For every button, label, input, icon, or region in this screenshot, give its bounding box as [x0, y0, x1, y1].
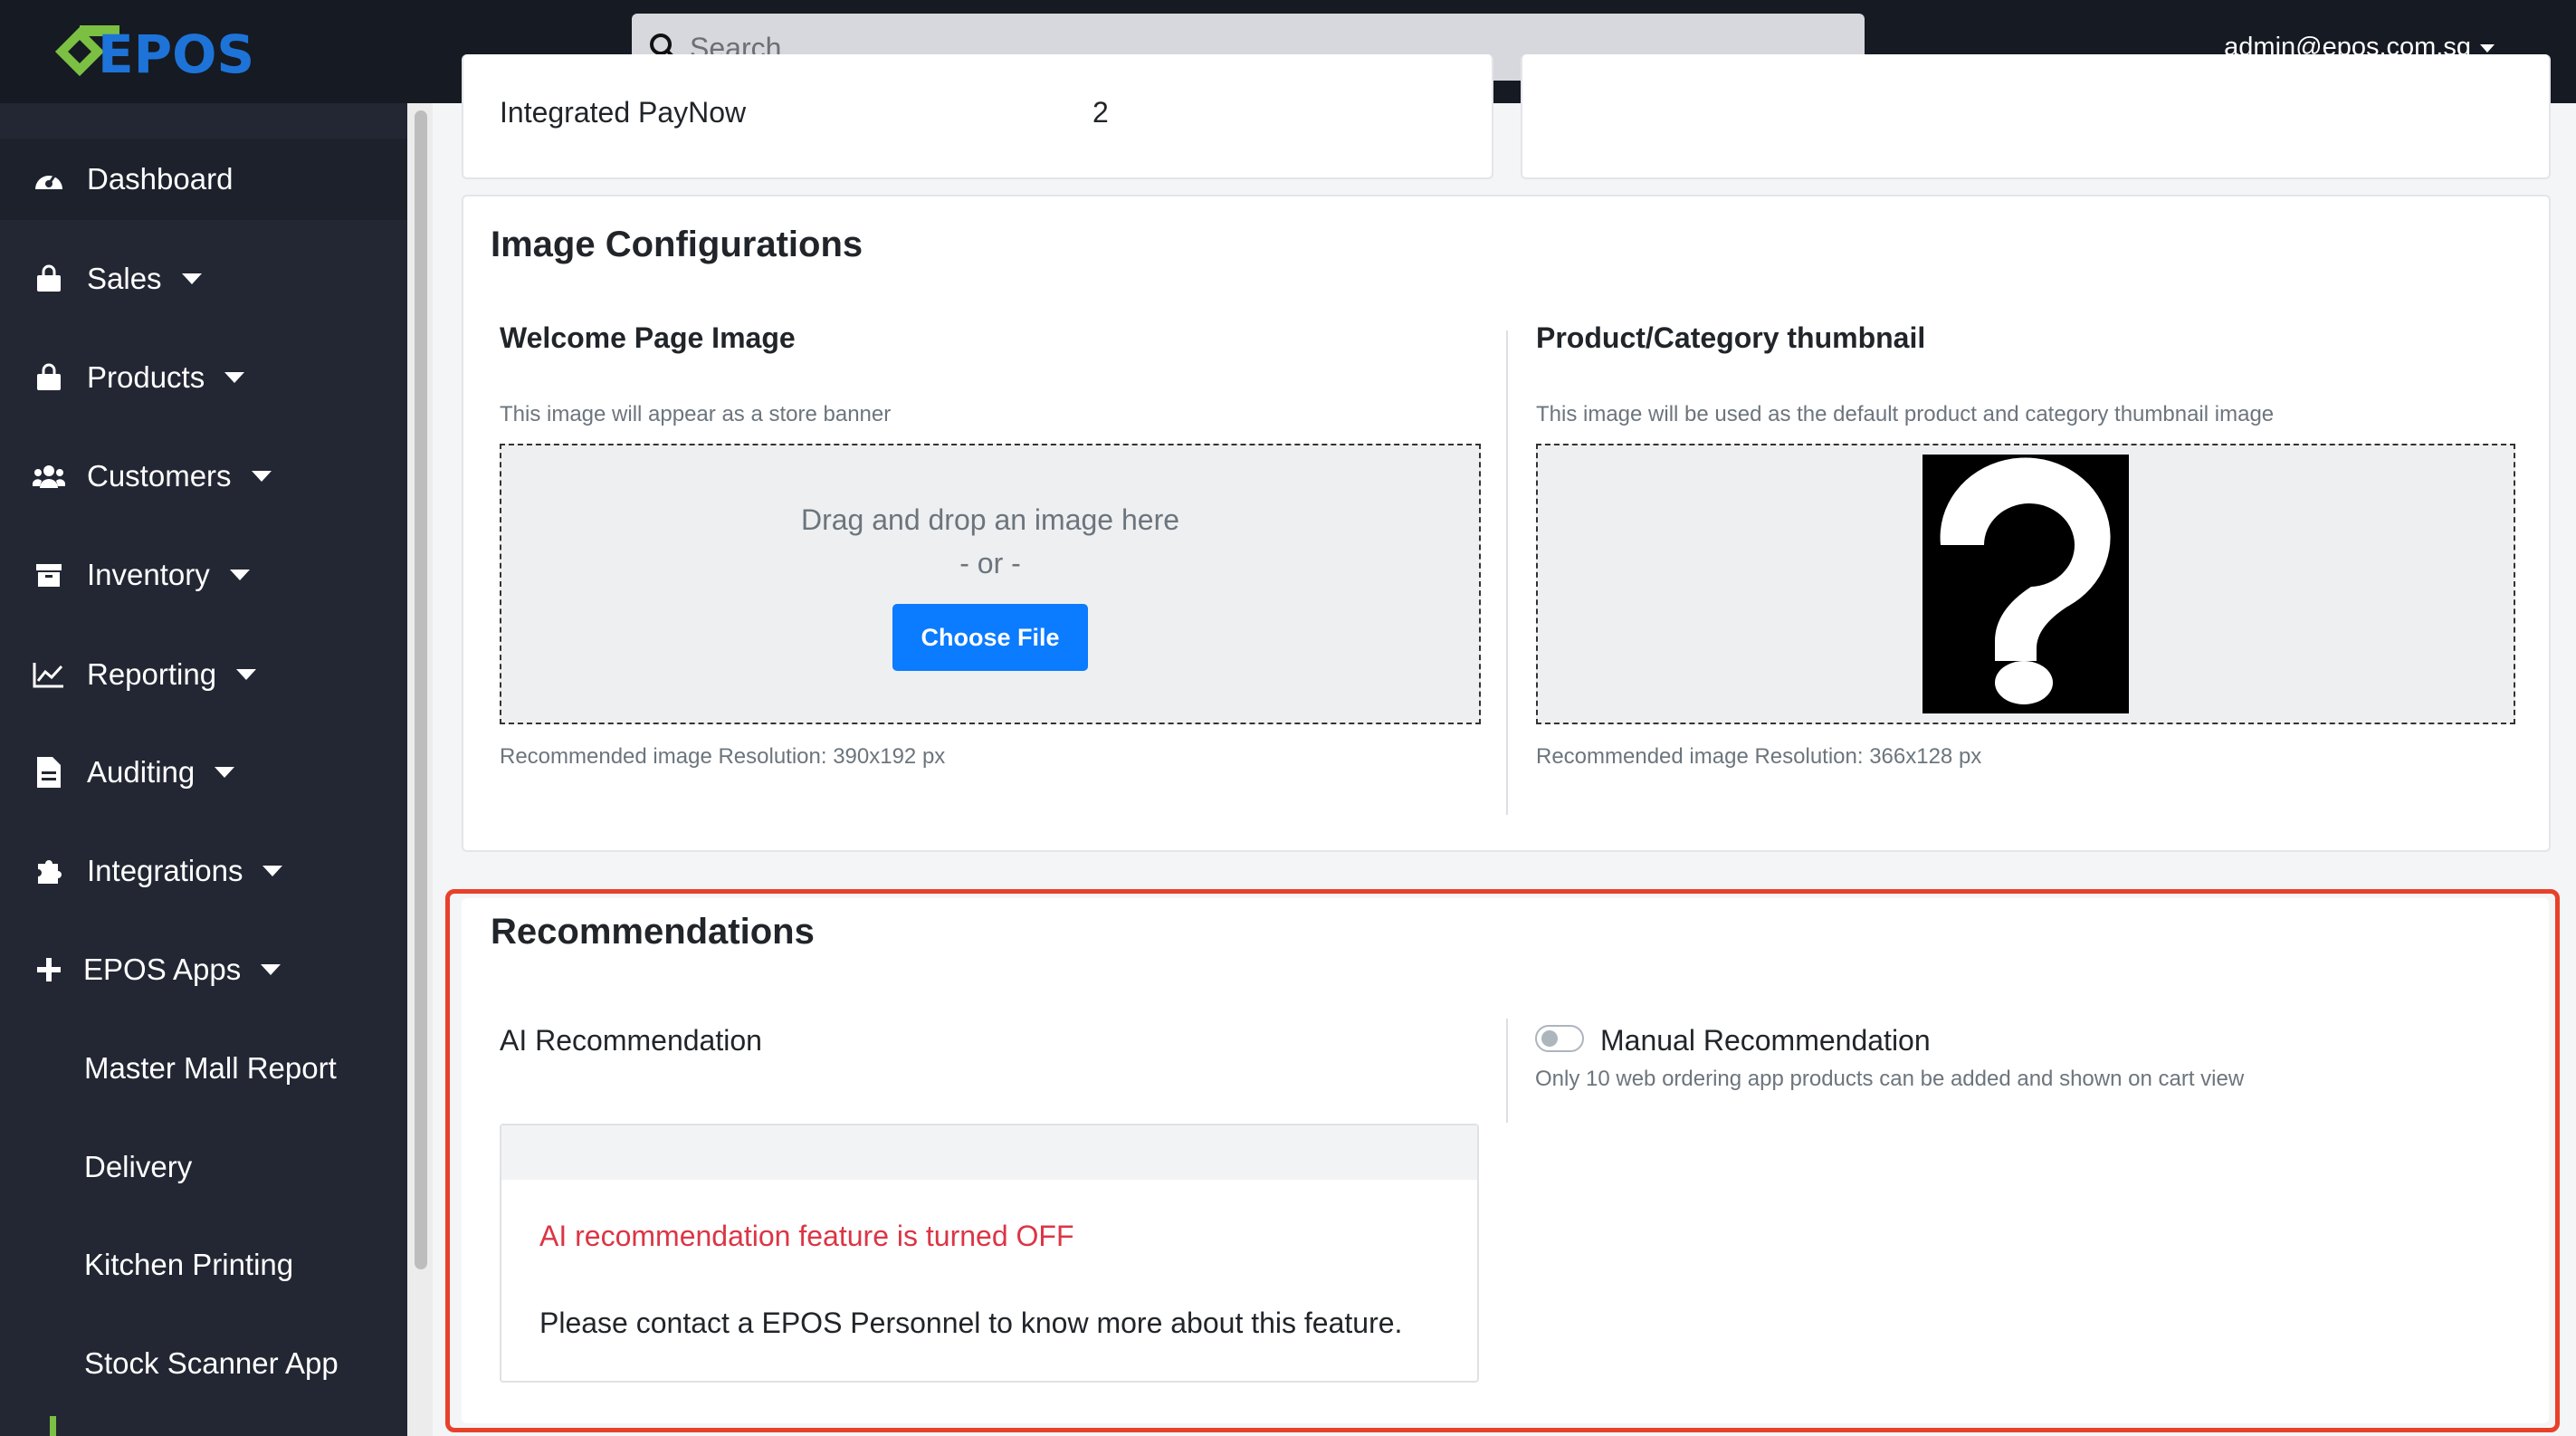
manual-recommendation-label: Manual Recommendation [1600, 1024, 1931, 1057]
ai-status-text: AI recommendation feature is turned OFF [539, 1220, 1074, 1252]
manual-recommendation-description: Only 10 web ordering app products can be… [1535, 1067, 2245, 1091]
dropzone-or-text: - or - [959, 547, 1021, 579]
logo-text: EPOS [98, 24, 254, 85]
column-divider [1506, 330, 1508, 815]
sidebar-item-auditing[interactable]: Auditing [0, 732, 407, 813]
line-chart-icon [31, 656, 67, 693]
sidebar-item-label: Sales [87, 262, 162, 295]
recommendations-title: Recommendations [491, 912, 815, 952]
dropzone-text: Drag and drop an image here [800, 503, 1180, 536]
caret-down-icon [229, 570, 250, 580]
sidebar-subitem-master-mall-report[interactable]: Master Mall Report [84, 1051, 337, 1086]
sidebar-subitem-kitchen-printing[interactable]: Kitchen Printing [84, 1248, 293, 1282]
sidebar-item-dashboard[interactable]: Dashboard [0, 139, 407, 220]
dashboard-gauge-icon [31, 161, 67, 197]
caret-down-icon [236, 669, 257, 680]
paynow-value: 2 [1092, 96, 1109, 129]
ai-recommendation-panel: AI recommendation feature is turned OFF … [500, 1124, 1479, 1383]
manual-recommendation-toggle[interactable] [1535, 1025, 1584, 1052]
thumbnail-description: This image will be used as the default p… [1536, 402, 2275, 426]
sidebar-subitem-stock-scanner-app[interactable]: Stock Scanner App [84, 1346, 339, 1381]
scrollbar-thumb[interactable] [415, 110, 427, 1269]
users-icon [31, 458, 67, 494]
puzzle-piece-icon [31, 853, 67, 889]
welcome-image-description: This image will appear as a store banner [500, 402, 892, 426]
sidebar-item-customers[interactable]: Customers [0, 436, 407, 517]
sidebar-item-label: Products [87, 360, 205, 394]
sidebar-item-sales[interactable]: Sales [0, 238, 407, 320]
question-mark-thumbnail-image [1922, 455, 2129, 713]
sidebar-item-products[interactable]: Products [0, 337, 407, 418]
sidebar-item-label: Dashboard [87, 162, 234, 196]
sidebar-item-label: Reporting [87, 657, 217, 691]
sidebar-item-integrations[interactable]: Integrations [0, 830, 407, 912]
caret-down-icon [224, 372, 245, 383]
shopping-bag-icon [31, 261, 67, 297]
sidebar-item-label: Integrations [87, 854, 243, 887]
welcome-image-dropzone[interactable]: Drag and drop an image here - or - [500, 444, 1481, 724]
caret-down-icon [262, 866, 283, 876]
sidebar-subitem-delivery[interactable]: Delivery [84, 1150, 192, 1184]
sidebar-item-label: Customers [87, 459, 232, 493]
sidebar-item-epos-apps[interactable]: EPOS Apps [0, 929, 407, 1010]
sidebar-item-reporting[interactable]: Reporting [0, 634, 407, 715]
archive-box-icon [31, 557, 67, 593]
caret-down-icon [251, 471, 272, 482]
caret-down-icon [261, 964, 281, 975]
summary-card-right [1521, 54, 2551, 179]
thumbnail-resolution: Recommended image Resolution: 366x128 px [1536, 744, 1982, 769]
sidebar-item-label: EPOS Apps [83, 953, 242, 986]
thumbnail-title: Product/Category thumbnail [1536, 321, 1926, 354]
paynow-label: Integrated PayNow [500, 96, 747, 129]
toggle-knob [1541, 1030, 1558, 1047]
shopping-bag-icon [31, 359, 67, 396]
welcome-image-resolution: Recommended image Resolution: 390x192 px [500, 744, 946, 769]
active-indicator [50, 1416, 56, 1436]
caret-down-icon [181, 273, 202, 284]
document-icon [31, 754, 67, 790]
ai-panel-header [501, 1125, 1477, 1180]
column-divider [1506, 1019, 1508, 1123]
ai-contact-text: Please contact a EPOS Personnel to know … [539, 1307, 1403, 1339]
chevron-down-icon [2480, 43, 2495, 53]
image-configurations-title: Image Configurations [491, 225, 863, 264]
sidebar-item-label: Auditing [87, 755, 196, 789]
sidebar-item-label: Inventory [87, 558, 210, 591]
ai-recommendation-label: AI Recommendation [500, 1024, 762, 1057]
welcome-image-title: Welcome Page Image [500, 321, 796, 354]
plus-icon [31, 952, 67, 988]
caret-down-icon [215, 767, 235, 778]
choose-file-button[interactable]: Choose File [892, 604, 1088, 671]
sidebar-item-inventory[interactable]: Inventory [0, 534, 407, 616]
epos-logo[interactable]: EPOS [54, 16, 262, 87]
